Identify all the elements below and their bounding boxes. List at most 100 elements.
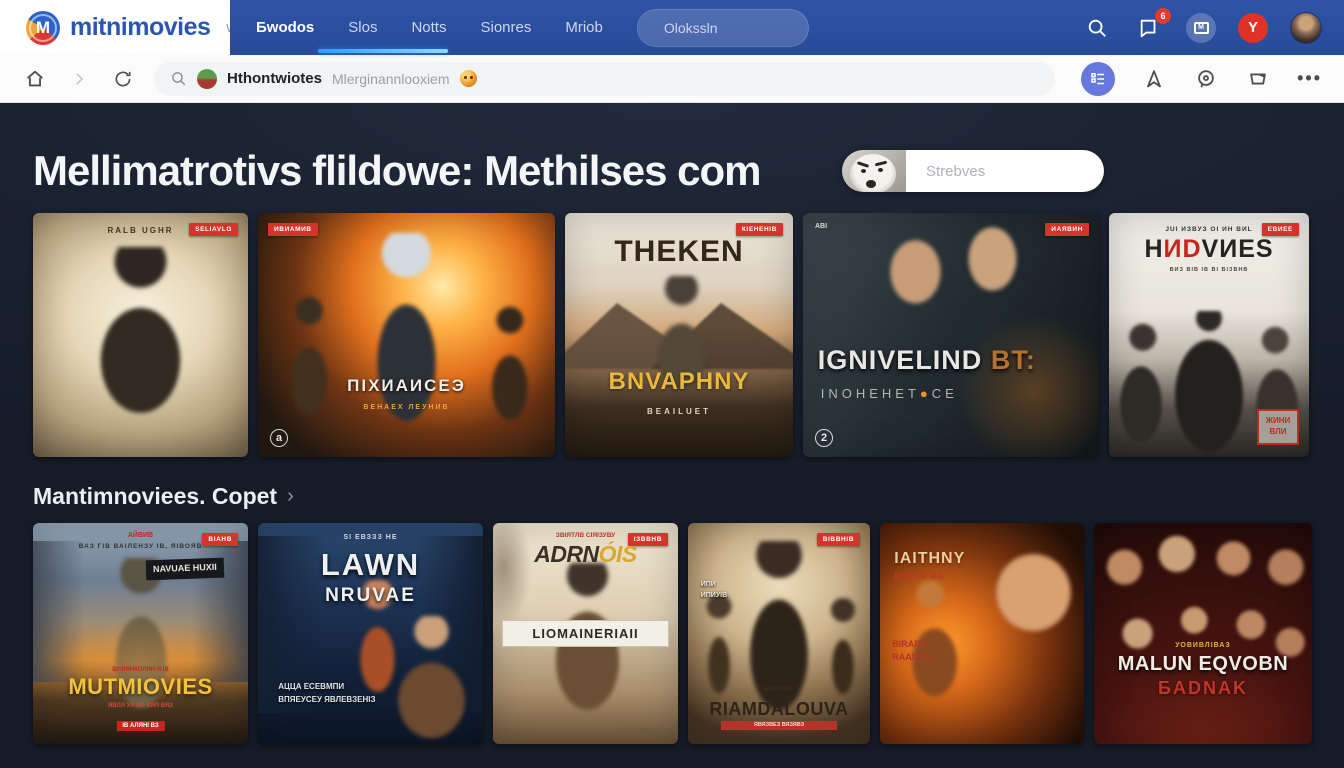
poster-card[interactable]: КІЕНЕНІВTHEKENBNVAPHNYBEAILUET <box>565 213 793 457</box>
poster-subtitle: ВИЗ ВІВ ІВ ВІ ВІЗВНВ <box>1109 267 1309 273</box>
address-bar[interactable]: Hthontwiotes Mlerginannlooxiem <box>154 62 1055 96</box>
site-favicon <box>197 69 217 89</box>
top-nav-bar: Бwodos Slos Notts Sionres Mriob Olokssln 6 M… <box>230 0 1344 55</box>
forward-icon[interactable] <box>66 66 92 92</box>
watermark-icon: a <box>270 429 288 447</box>
page-title: Mellimatrotivs flildowe: Methilses com <box>33 147 761 195</box>
active-tab-underline <box>318 49 448 53</box>
poster-title: MALUN EQVOBN <box>1094 653 1312 676</box>
browser-tab-strip: M mitnimovies ∨ Бwodos Slos Notts Sionres Mr… <box>0 0 1344 55</box>
poster-top-text: ABI <box>815 223 827 230</box>
poster-label-box: NAVUAE HUXII <box>146 558 224 580</box>
poster-card[interactable]: УОВИВЛІВАЗ MALUN EQVOBNБADNAK <box>1094 523 1312 744</box>
search-input[interactable] <box>926 163 1104 180</box>
poster-badge: ИВИАМИВ <box>268 223 318 236</box>
poster-subtitle: INОНЕНЕТ●СЕ <box>821 386 958 401</box>
poster-card[interactable]: SI ЕВЗЗЗ НЕ LAWNNRUVAE АЦЦА ЕСЕВМПИ ВПЯЕУС… <box>258 523 483 744</box>
poster-stamp: ЖИНИ ВЛИ <box>1257 409 1299 445</box>
poster-subtitle: ЯВЛЯ УЯ ВЯ ВЯЛ ВЯЗ <box>33 703 248 709</box>
poster-badge: ВІВВНІВ <box>817 533 860 546</box>
poster-title: LAWN <box>258 547 483 583</box>
poster-title-2: BNVAPHNY <box>565 368 793 396</box>
poster-card[interactable]: JUI ИЗВУЗ ОІ ИН ВИLЕВИЕЕHИDVИЕSВИЗ ВІВ І… <box>1109 213 1309 457</box>
url-text-primary: Hthontwiotes <box>227 70 322 87</box>
poster-card[interactable]: ИВИАМИВ ПІХИАИСЕЭ ВЕНАЕХ ЛЕУНИВ a <box>258 213 555 457</box>
figure-silhouette <box>33 541 85 682</box>
nav-item-4[interactable]: Sionres <box>480 19 531 36</box>
logo-text: mitnimovies <box>70 13 210 42</box>
watermark-icon: 2 <box>815 429 833 447</box>
poster-title: RIAMDALOUVA <box>688 699 870 720</box>
reload-icon[interactable] <box>110 66 136 92</box>
yandex-icon[interactable]: Y <box>1238 13 1268 43</box>
poster-bottom-badge: ІВ АЛЯНІ ВЗ <box>116 721 164 731</box>
poster-title: MUTMIOVIES <box>33 674 248 700</box>
site-logo[interactable]: M mitnimovies ∨ <box>0 0 230 55</box>
nav-item-1[interactable]: Бwodos <box>256 19 314 36</box>
nav-pill-button[interactable]: Olokssln <box>637 9 809 47</box>
url-text-secondary: Mlerginannlooxiem <box>332 71 450 87</box>
mask-image <box>842 150 906 192</box>
figure-silhouette <box>945 306 1099 457</box>
poster-pre-title: МІЛМЕ <box>688 686 870 693</box>
search-icon[interactable] <box>1082 13 1112 43</box>
figure-silhouette <box>85 247 197 457</box>
poster-title-2: NRUVAE <box>258 585 483 607</box>
poster-credits: АЦЦА ЕСЕВМПИ ВПЯЕУСЕУ ЯВЛЕВЗЕНІЗ <box>278 681 386 707</box>
figure-silhouette <box>565 303 712 369</box>
figure-silhouette <box>949 527 1084 691</box>
nav-item-3[interactable]: Notts <box>411 19 446 36</box>
poster-title: HИDVИЕS <box>1109 235 1309 264</box>
sidebar-grid-button[interactable] <box>1081 62 1115 96</box>
poster-subtitle: ЯВЯЗВЕЗ ВЯЗЯВЗ <box>721 721 838 730</box>
cursor-arrow-icon[interactable] <box>1141 66 1167 92</box>
chevron-right-icon[interactable]: › <box>287 485 294 508</box>
figure-silhouette <box>1094 523 1312 744</box>
poster-title: ПІХИАИСЕЭ <box>258 376 555 396</box>
tab-nav: Бwodos Slos Notts Sionres Mriob <box>256 19 603 36</box>
figure-silhouette <box>362 233 451 457</box>
poster-subtitle: ВЕНАЕХ ЛЕУНИВ <box>258 404 555 411</box>
site-search <box>842 150 1104 192</box>
notification-badge: 6 <box>1155 8 1171 24</box>
poster-subtitle: BEAILUET <box>565 407 793 416</box>
poster-card[interactable]: RALB UGHRSELIAVLG <box>33 213 248 457</box>
poster-card[interactable]: IAITHNYRID OF RNBIRARS RAADOR <box>880 523 1084 744</box>
poster-title: THEKEN <box>565 235 793 269</box>
poster-card[interactable]: АЙВИВВАЗ ГІВ ВАІЛЕНЗУ ІВ, ЯІВОЯВВІАНВNAV… <box>33 523 248 744</box>
poster-card[interactable]: ЗВІЯТЛВ СІЯІЗУВУІЗВВНВADRNÓISLIOMAINERIA… <box>493 523 678 744</box>
poster-card[interactable]: ВІВВНІВ ИПИ ИПИУІВ МІЛМЕ RIAMDALOUVAЯВЯЗВЕЗ… <box>688 523 870 744</box>
figure-silhouette <box>270 296 341 442</box>
home-icon[interactable] <box>22 66 48 92</box>
page-content: Mellimatrotivs flildowe: Methilses com R… <box>0 103 1344 768</box>
figure-silhouette <box>98 558 184 744</box>
figure-silhouette <box>384 616 479 744</box>
avatar[interactable] <box>1290 12 1322 44</box>
poster-banner: LIOMAINERIAII <box>502 620 669 647</box>
poster-top-text: SI ЕВЗЗЗ НЕ <box>258 534 483 541</box>
poster-badge: SELIAVLG <box>189 223 238 236</box>
collections-tray-icon[interactable] <box>1245 66 1271 92</box>
poster-card[interactable]: ABI ИАЯВИН IGNIVELIND BT: INОНЕНЕТ●СЕ 2 <box>803 213 1099 457</box>
poster-pre-title: ВУЗІЯНКОЛЯН Я ІВ <box>33 667 248 673</box>
more-menu-icon[interactable]: ••• <box>1297 68 1322 89</box>
poster-pre-title: УОВИВЛІВАЗ <box>1094 642 1312 649</box>
nav-pill-label: Olokssln <box>664 20 718 36</box>
poster-side-text: ИПИ ИПИУІВ <box>701 580 741 600</box>
tv-app-icon[interactable]: M <box>1186 13 1216 43</box>
nav-item-2[interactable]: Slos <box>348 19 377 36</box>
assistant-chat-icon[interactable] <box>1193 66 1219 92</box>
poster-side-text: BIRARS RAADOR <box>892 638 957 665</box>
poster-row-bottom: АЙВИВВАЗ ГІВ ВАІЛЕНЗУ ІВ, ЯІВОЯВВІАНВNAV… <box>0 523 1344 744</box>
poster-badge: ИАЯВИН <box>1045 223 1089 236</box>
poster-title: IAITHNY <box>894 550 965 568</box>
search-icon <box>170 70 187 87</box>
poster-badge: ВІАНВ <box>202 533 238 546</box>
logo-icon: M <box>26 11 60 45</box>
section-title: Mantimnoviees. Copet <box>33 483 277 510</box>
poster-title-2: БADNAK <box>1094 678 1312 699</box>
nav-item-5[interactable]: Mriob <box>565 19 603 36</box>
notifications-icon[interactable]: 6 <box>1134 13 1164 43</box>
poster-title: IGNIVELIND BT: <box>818 345 1036 376</box>
poster-row-top: RALB UGHRSELIAVLG ИВИАМИВ ПІХИАИСЕЭ ВЕНАЕХ … <box>0 213 1344 457</box>
